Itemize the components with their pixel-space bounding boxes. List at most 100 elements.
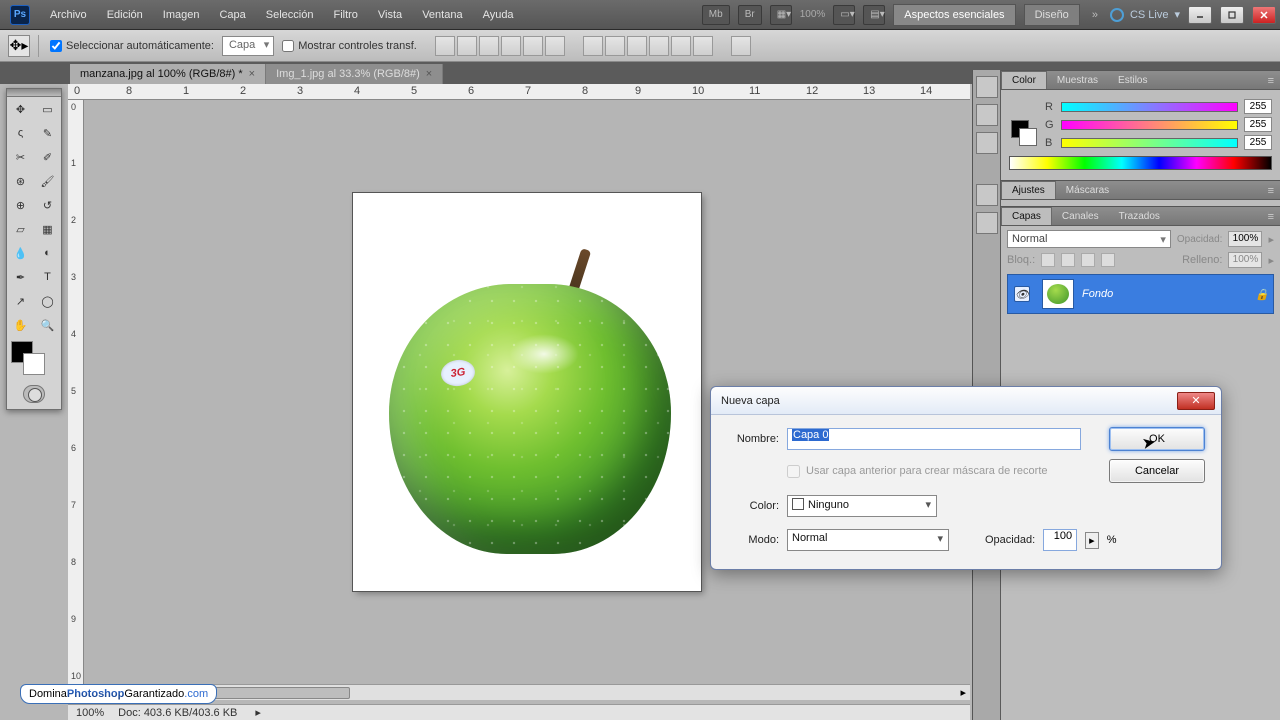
tab-paths[interactable]: Trazados [1109, 208, 1170, 225]
move-tool-icon[interactable]: ✥ [7, 97, 34, 121]
path-tool-icon[interactable]: ↗ [7, 289, 34, 313]
dialog-titlebar[interactable]: Nueva capa ✕ [711, 387, 1221, 415]
r-value[interactable]: 255 [1244, 99, 1272, 114]
marquee-tool-icon[interactable]: ▭ [34, 97, 61, 121]
align-vcenter-icon[interactable] [457, 36, 477, 56]
auto-select-target[interactable]: Capa [222, 36, 274, 56]
workspace-essentials[interactable]: Aspectos esenciales [893, 4, 1015, 26]
gradient-tool-icon[interactable]: ▦ [34, 217, 61, 241]
menu-archivo[interactable]: Archivo [40, 9, 97, 21]
dist-vcenter-icon[interactable] [605, 36, 625, 56]
panel-menu-icon[interactable]: ≡ [1262, 183, 1280, 199]
ok-button[interactable]: OK [1109, 427, 1205, 451]
dialog-close-button[interactable]: ✕ [1177, 392, 1215, 410]
tab-close-icon[interactable]: × [249, 68, 255, 80]
workspace-design[interactable]: Diseño [1024, 4, 1080, 26]
quickmask-toggle[interactable] [23, 385, 45, 403]
tab-adjustments[interactable]: Ajustes [1001, 181, 1056, 199]
window-close-button[interactable] [1252, 6, 1276, 24]
panel-menu-icon[interactable]: ≡ [1262, 73, 1280, 89]
chip-br[interactable]: Br [738, 5, 762, 25]
zoom-tool-icon[interactable]: 🔍 [34, 313, 61, 337]
lasso-tool-icon[interactable]: ς [7, 121, 34, 145]
tab-close-icon[interactable]: × [426, 68, 432, 80]
screenmode-icon[interactable]: ▭▾ [833, 5, 855, 25]
shape-tool-icon[interactable]: ◯ [34, 289, 61, 313]
r-slider[interactable] [1061, 102, 1238, 112]
b-slider[interactable] [1061, 138, 1238, 148]
doc-tab-img1[interactable]: Img_1.jpg al 33.3% (RGB/8#) × [266, 64, 443, 84]
status-zoom[interactable]: 100% [76, 707, 104, 719]
chip-mb[interactable]: Mb [702, 5, 730, 25]
toolbox-grip[interactable] [7, 89, 61, 97]
mini-panel-icon[interactable] [976, 104, 998, 126]
g-slider[interactable] [1061, 120, 1238, 130]
align-right-icon[interactable] [545, 36, 565, 56]
mini-panel-icon[interactable] [976, 184, 998, 206]
auto-select-checkbox[interactable]: Seleccionar automáticamente: [50, 40, 214, 52]
pen-tool-icon[interactable]: ✒ [7, 265, 34, 289]
dist-right-icon[interactable] [693, 36, 713, 56]
panel-menu-icon[interactable]: ≡ [1262, 209, 1280, 225]
dodge-tool-icon[interactable]: ◐ [34, 241, 61, 265]
mini-panel-icon[interactable] [976, 76, 998, 98]
window-maximize-button[interactable] [1220, 6, 1244, 24]
layer-name-input[interactable]: Capa 0 [787, 428, 1081, 450]
lock-pixels-icon[interactable] [1061, 253, 1075, 267]
lock-pos-icon[interactable] [1081, 253, 1095, 267]
mini-panel-icon[interactable] [976, 212, 998, 234]
eyedropper-tool-icon[interactable]: ✐ [34, 145, 61, 169]
menu-capa[interactable]: Capa [209, 9, 255, 21]
menu-vista[interactable]: Vista [368, 9, 412, 21]
blur-tool-icon[interactable]: 💧 [7, 241, 34, 265]
opacity-input[interactable]: 100 [1043, 529, 1077, 551]
doc-tab-manzana[interactable]: manzana.jpg al 100% (RGB/8#) * × [70, 64, 266, 84]
scroll-arrow-icon[interactable]: ▸ [956, 686, 970, 699]
menu-edicion[interactable]: Edición [97, 9, 153, 21]
layer-row-fondo[interactable]: 👁 Fondo 🔒 [1007, 274, 1274, 314]
status-menu-icon[interactable]: ▸ [255, 706, 261, 719]
align-top-icon[interactable] [435, 36, 455, 56]
lock-trans-icon[interactable] [1041, 253, 1055, 267]
tab-styles[interactable]: Estilos [1108, 72, 1157, 89]
blend-mode-select[interactable]: Normal [1007, 230, 1171, 248]
show-transform-input[interactable] [282, 40, 294, 52]
dist-hcenter-icon[interactable] [671, 36, 691, 56]
mini-swatches[interactable] [1011, 120, 1035, 144]
menu-filtro[interactable]: Filtro [323, 9, 367, 21]
cs-live-button[interactable]: CS Live▾ [1110, 8, 1180, 22]
workspace-more-icon[interactable]: » [1088, 9, 1102, 21]
stamp-tool-icon[interactable]: ⊕ [7, 193, 34, 217]
dist-left-icon[interactable] [649, 36, 669, 56]
tab-color[interactable]: Color [1001, 71, 1047, 89]
align-left-icon[interactable] [501, 36, 521, 56]
window-minimize-button[interactable] [1188, 6, 1212, 24]
tab-layers[interactable]: Capas [1001, 207, 1052, 225]
fill-value[interactable]: 100% [1228, 252, 1262, 268]
quickselect-tool-icon[interactable]: ✎ [34, 121, 61, 145]
color-swatches[interactable] [11, 341, 57, 379]
mode-select[interactable]: Normal [787, 529, 949, 551]
show-transform-checkbox[interactable]: Mostrar controles transf. [282, 40, 417, 52]
menu-ayuda[interactable]: Ayuda [473, 9, 524, 21]
g-value[interactable]: 255 [1244, 117, 1272, 132]
background-swatch[interactable] [23, 353, 45, 375]
align-bottom-icon[interactable] [479, 36, 499, 56]
dist-top-icon[interactable] [583, 36, 603, 56]
tab-channels[interactable]: Canales [1052, 208, 1109, 225]
dist-bottom-icon[interactable] [627, 36, 647, 56]
layout-icon[interactable]: ▦▾ [770, 5, 792, 25]
b-value[interactable]: 255 [1244, 135, 1272, 150]
eraser-tool-icon[interactable]: ▱ [7, 217, 34, 241]
lock-all-icon[interactable] [1101, 253, 1115, 267]
type-tool-icon[interactable]: T [34, 265, 61, 289]
mini-panel-icon[interactable] [976, 132, 998, 154]
hand-tool-icon[interactable]: ✋ [7, 313, 34, 337]
crop-tool-icon[interactable]: ✂ [7, 145, 34, 169]
auto-align-icon[interactable] [731, 36, 751, 56]
align-hcenter-icon[interactable] [523, 36, 543, 56]
menu-seleccion[interactable]: Selección [256, 9, 324, 21]
brush-tool-icon[interactable]: 🖌 [34, 169, 61, 193]
spectrum-ramp[interactable] [1009, 156, 1272, 170]
cancel-button[interactable]: Cancelar [1109, 459, 1205, 483]
